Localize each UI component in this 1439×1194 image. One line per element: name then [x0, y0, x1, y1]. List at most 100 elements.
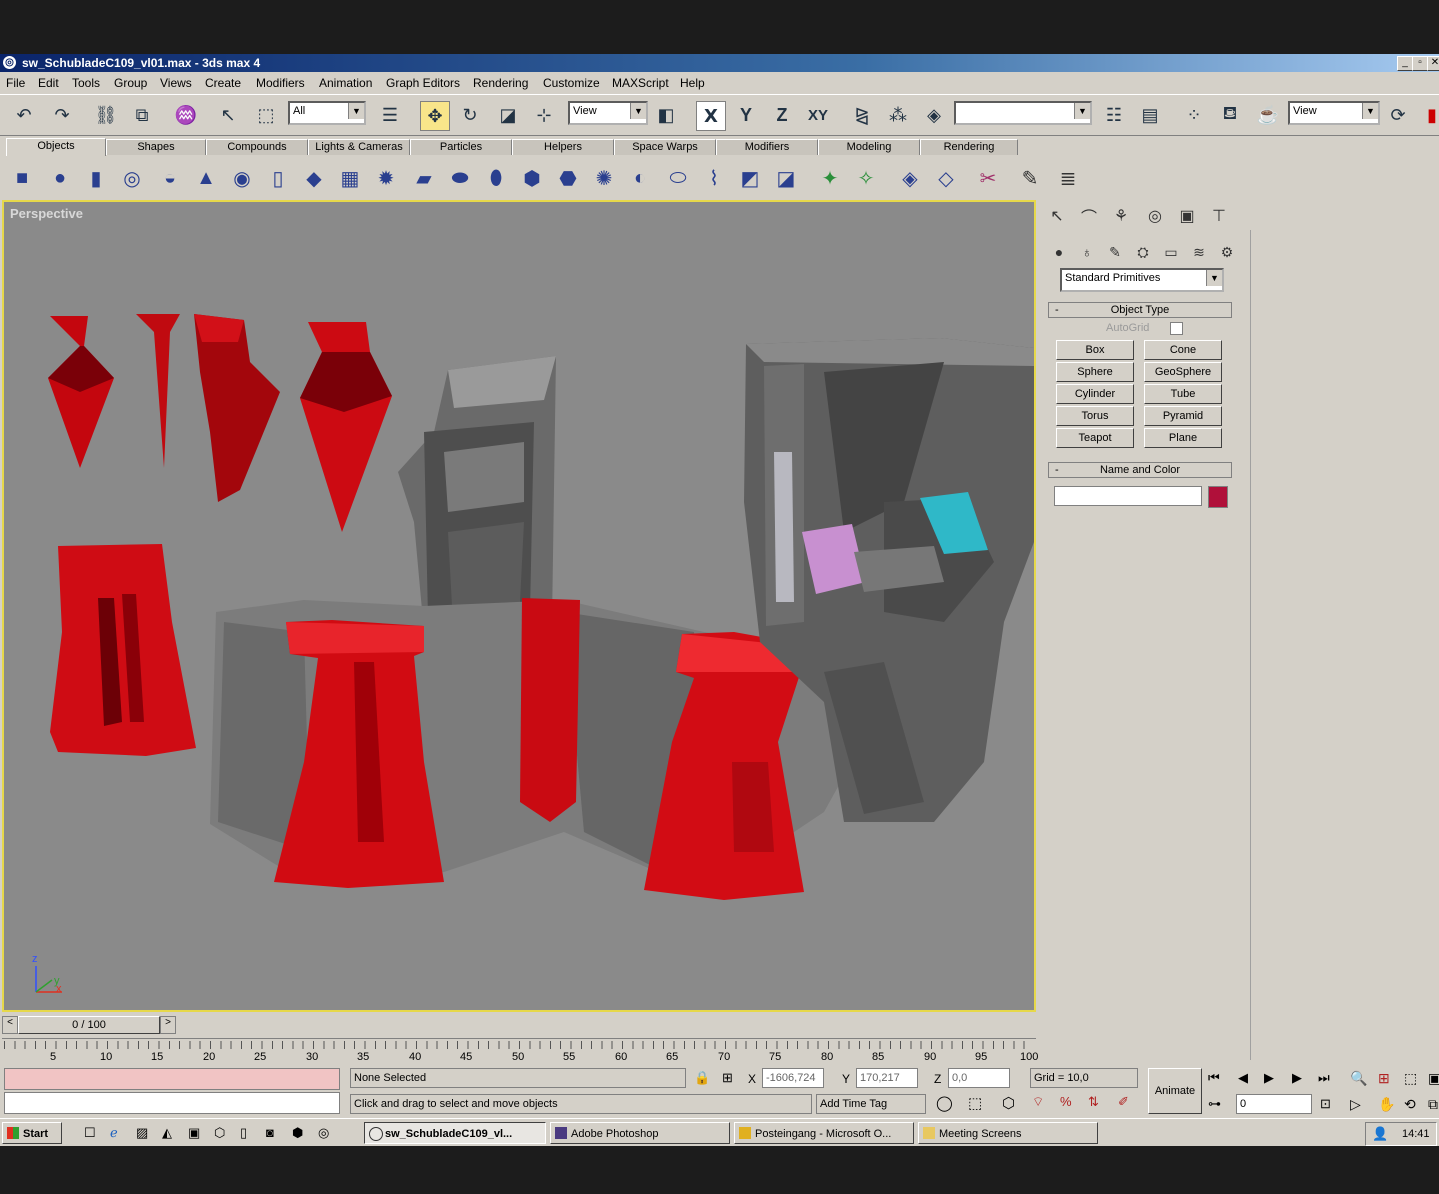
menu-views[interactable]: Views: [160, 76, 192, 90]
task-meeting-screens[interactable]: Meeting Screens: [918, 1122, 1098, 1144]
geometry-category-icon[interactable]: ●: [1046, 240, 1072, 264]
tape-icon[interactable]: ✎: [1018, 166, 1042, 190]
array-icon[interactable]: ⁂: [884, 101, 912, 129]
menu-help[interactable]: Help: [680, 76, 705, 90]
spindle-icon[interactable]: ⬮: [484, 166, 508, 190]
unlink-icon[interactable]: ⧉: [128, 101, 156, 129]
task-outlook[interactable]: Posteingang - Microsoft O...: [734, 1122, 914, 1144]
select-rotate-icon[interactable]: ↻: [456, 101, 484, 129]
schematic-view-icon[interactable]: ▤: [1136, 101, 1164, 129]
time-slider[interactable]: 0 / 100: [18, 1016, 160, 1034]
close-button[interactable]: ✕: [1427, 56, 1439, 71]
nurbs-surface-icon[interactable]: ◈: [898, 166, 922, 190]
pan-icon[interactable]: ✋: [1378, 1096, 1395, 1113]
display-tab-icon[interactable]: ▣: [1174, 204, 1200, 228]
cone-icon[interactable]: ▲: [194, 166, 218, 190]
tab-compounds[interactable]: Compounds: [206, 139, 308, 155]
render-type-dropdown[interactable]: View ▼: [1288, 101, 1380, 125]
time-next-arrow-icon[interactable]: >: [160, 1016, 176, 1034]
tab-objects[interactable]: Objects: [6, 138, 106, 156]
absolute-mode-icon[interactable]: ⊞: [722, 1070, 733, 1086]
maxscript-output-mini[interactable]: [4, 1092, 340, 1114]
menu-edit[interactable]: Edit: [38, 76, 59, 90]
hose-icon[interactable]: ⌇: [702, 166, 726, 190]
box-icon[interactable]: ■: [10, 166, 34, 190]
restrict-xy-button[interactable]: XY: [804, 101, 832, 129]
menu-modifiers[interactable]: Modifiers: [256, 76, 305, 90]
torus-icon[interactable]: ◎: [120, 166, 144, 190]
bind-spacewarp-icon[interactable]: ♒: [172, 101, 200, 129]
object-type-rollout[interactable]: - Object Type: [1048, 302, 1232, 318]
tab-space-warps[interactable]: Space Warps: [614, 139, 716, 155]
selection-filter-dropdown[interactable]: All ▼: [288, 101, 366, 125]
select-by-name-icon[interactable]: ☰: [376, 101, 404, 129]
tab-lights-cameras[interactable]: Lights & Cameras: [308, 139, 410, 155]
region-select-icon[interactable]: ⬚: [252, 101, 280, 129]
cameras-category-icon[interactable]: ⛭: [1130, 240, 1156, 264]
torus-knot-icon[interactable]: ✺: [592, 166, 616, 190]
user-status-icon[interactable]: 👤: [1372, 1123, 1388, 1145]
minimize-button[interactable]: _: [1397, 56, 1413, 71]
task-3dsmax[interactable]: sw_SchubladeC109_vl...: [364, 1122, 546, 1144]
cv-surface-icon[interactable]: ◇: [934, 166, 958, 190]
tab-shapes[interactable]: Shapes: [106, 139, 206, 155]
menu-maxscript[interactable]: MAXScript: [612, 76, 669, 90]
active-shade-icon[interactable]: ▮: [1418, 101, 1439, 129]
zoom-all-icon[interactable]: ⊞: [1378, 1070, 1390, 1087]
cylinder-button[interactable]: Cylinder: [1056, 384, 1134, 404]
hierarchy-tab-icon[interactable]: ⚘: [1108, 204, 1134, 228]
modify-tab-icon[interactable]: ⌒: [1076, 204, 1102, 228]
menu-graph-editors[interactable]: Graph Editors: [386, 76, 460, 90]
next-frame-icon[interactable]: ▶: [1292, 1070, 1302, 1086]
align-icon[interactable]: ◈: [920, 101, 948, 129]
reference-coordinate-dropdown[interactable]: View ▼: [568, 101, 648, 125]
quicklaunch-app2-icon[interactable]: ◭: [162, 1125, 172, 1141]
select-link-icon[interactable]: ⛓: [92, 101, 120, 129]
patch-grid-icon[interactable]: ✦: [818, 166, 842, 190]
redo-icon[interactable]: ↷: [48, 101, 76, 129]
play-icon[interactable]: ▶: [1264, 1070, 1274, 1086]
time-prev-arrow-icon[interactable]: <: [2, 1016, 18, 1034]
gengon-icon[interactable]: ⬢: [520, 166, 544, 190]
restrict-z-button[interactable]: Z: [768, 101, 796, 129]
geosphere-icon[interactable]: ◉: [230, 166, 254, 190]
render-last-icon[interactable]: ⟳: [1384, 101, 1412, 129]
chamfer-box-icon[interactable]: ▰: [412, 166, 436, 190]
quicklaunch-desktop-icon[interactable]: ☐: [84, 1125, 96, 1141]
percent-snap-icon[interactable]: %: [1060, 1094, 1072, 1109]
create-tab-icon[interactable]: ↖: [1044, 204, 1070, 228]
menu-customize[interactable]: Customize: [543, 76, 600, 90]
app-icon[interactable]: ◎: [3, 56, 16, 69]
maximize-button[interactable]: ▫: [1412, 56, 1428, 71]
perspective-viewport[interactable]: Perspective z y x: [2, 200, 1036, 1012]
ringwave-icon[interactable]: ◐: [628, 166, 652, 190]
edit-named-selections-icon[interactable]: ✐: [1118, 1094, 1129, 1110]
autogrid-checkbox[interactable]: [1170, 322, 1183, 335]
animate-button[interactable]: Animate: [1148, 1068, 1202, 1114]
add-time-tag-button[interactable]: Add Time Tag: [816, 1094, 926, 1114]
torus-button[interactable]: Torus: [1056, 406, 1134, 426]
trackbar[interactable]: 5 10 15 20 25 30 35 40 45 50 55 60 65 70…: [2, 1038, 1038, 1065]
tube-icon[interactable]: ▯: [266, 166, 290, 190]
tab-modeling[interactable]: Modeling: [818, 139, 920, 155]
tab-rendering[interactable]: Rendering: [920, 139, 1018, 155]
select-scale-icon[interactable]: ◪: [494, 101, 522, 129]
menu-rendering[interactable]: Rendering: [473, 76, 528, 90]
restrict-y-button[interactable]: Y: [732, 101, 760, 129]
start-button[interactable]: Start: [2, 1122, 62, 1144]
time-config-icon[interactable]: ⊡: [1320, 1096, 1331, 1112]
current-frame-field[interactable]: 0: [1236, 1094, 1312, 1114]
pyramid-button[interactable]: Pyramid: [1144, 406, 1222, 426]
quicklaunch-app1-icon[interactable]: ▨: [136, 1125, 148, 1141]
ref-coord-icon[interactable]: ⊹: [530, 101, 558, 129]
degradation-override-icon[interactable]: ◯: [936, 1094, 953, 1112]
menu-animation[interactable]: Animation: [319, 76, 372, 90]
oiltank-icon[interactable]: ⬬: [448, 166, 472, 190]
tab-helpers[interactable]: Helpers: [512, 139, 614, 155]
x-coordinate-field[interactable]: -1606,724: [762, 1068, 824, 1088]
helpers-category-icon[interactable]: ▭: [1158, 240, 1184, 264]
prism-icon[interactable]: ⬣: [556, 166, 580, 190]
plane-button[interactable]: Plane: [1144, 428, 1222, 448]
box-button[interactable]: Box: [1056, 340, 1134, 360]
zoom-extents-icon[interactable]: ⬚: [1404, 1070, 1417, 1087]
